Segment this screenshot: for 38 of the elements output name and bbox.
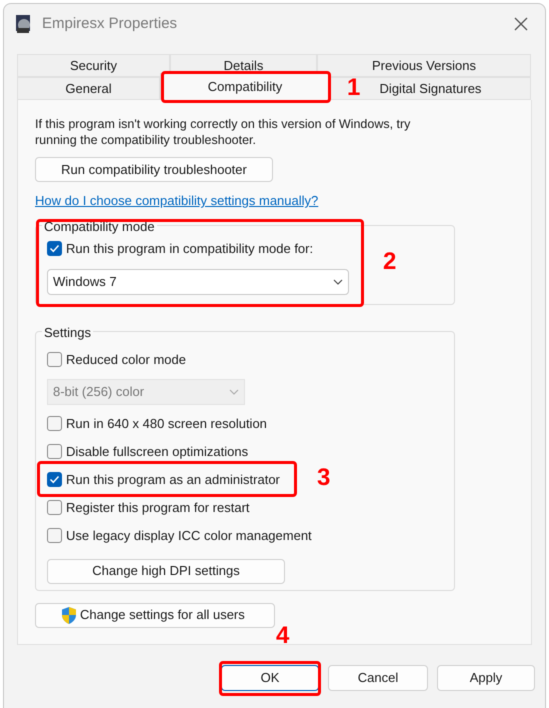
dialog-button[interactable]: OK [221, 665, 319, 691]
step-number: 1 [347, 76, 360, 100]
checkbox-label[interactable]: Register this program for restart [66, 498, 250, 518]
tab[interactable]: Compatibility [160, 73, 330, 100]
tab[interactable]: Security [17, 54, 170, 77]
chevron-icon [229, 388, 239, 394]
checkmark-icon [49, 243, 60, 254]
checkbox[interactable] [47, 416, 62, 431]
checkmark-icon [49, 474, 60, 485]
checkbox[interactable] [47, 528, 62, 543]
step-number: 3 [317, 466, 330, 490]
all-users-button[interactable]: Change settings for all users [35, 602, 275, 628]
window-title: Empiresx Properties [42, 14, 178, 34]
troubleshooter-button[interactable]: Run compatibility troubleshooter [35, 157, 273, 182]
checkbox[interactable] [47, 500, 62, 515]
dropdown[interactable]: Windows 7 [47, 268, 349, 294]
dpi-settings-button[interactable]: Change high DPI settings [47, 558, 285, 584]
chevron-icon [333, 278, 343, 284]
checkbox[interactable] [47, 241, 62, 256]
shield-icon [60, 606, 78, 624]
checkbox-label[interactable]: Reduced color mode [66, 350, 186, 370]
tab[interactable]: General [17, 77, 160, 100]
step-number: 2 [383, 250, 396, 274]
checkbox[interactable] [47, 472, 62, 487]
dialog-button[interactable]: Cancel [328, 665, 428, 691]
checkbox[interactable] [47, 352, 62, 367]
help-link[interactable]: How do I choose compatibility settings manually? [35, 193, 318, 208]
close-icon [514, 17, 528, 31]
checkbox-label[interactable]: Disable fullscreen optimizations [66, 442, 248, 462]
checkbox[interactable] [47, 444, 62, 459]
checkbox-label[interactable]: Run in 640 x 480 screen resolution [66, 414, 267, 434]
tab[interactable]: Previous Versions [317, 54, 531, 77]
checkbox-label[interactable]: Run this program in compatibility mode for: [66, 238, 314, 258]
checkbox-label[interactable]: Use legacy display ICC color management [66, 526, 312, 546]
intro-text: If this program isn't working correctly on this version of Windows, try running the compatibility troubleshooter. [35, 116, 412, 148]
step-number: 4 [276, 624, 290, 648]
dialog-button[interactable]: Apply [437, 665, 535, 691]
checkbox-label[interactable]: Run this program as an administrator [66, 470, 280, 490]
